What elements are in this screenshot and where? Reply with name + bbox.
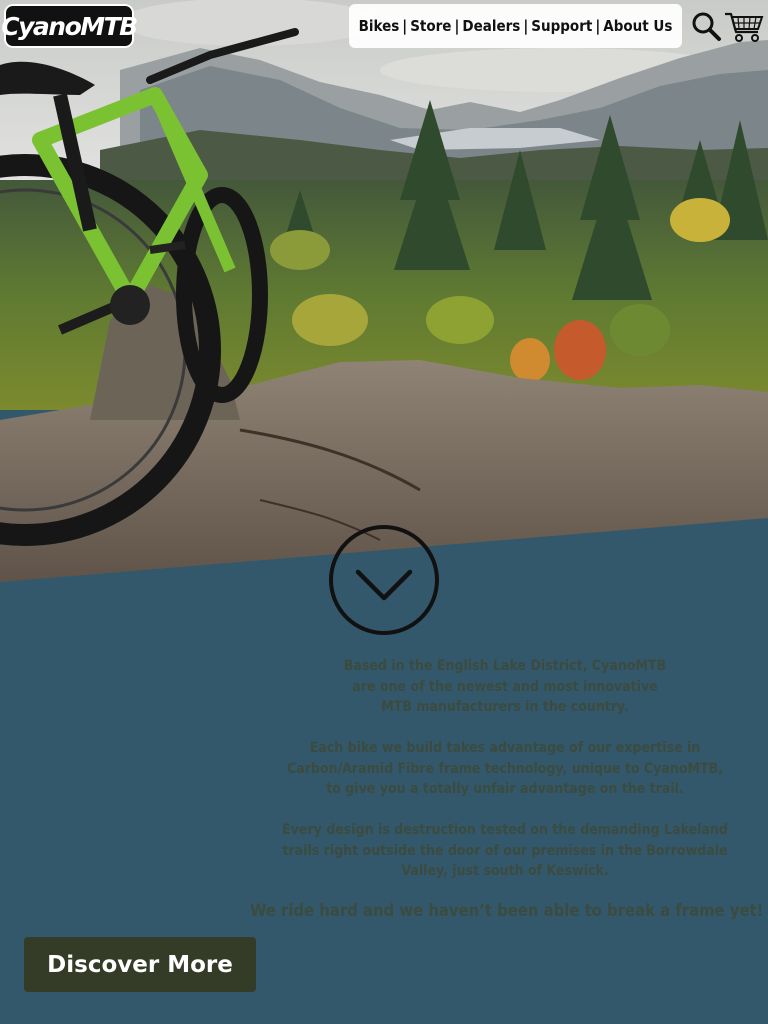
nav-item-support[interactable]: Support [531, 17, 592, 35]
brand-logo[interactable]: CyanoMTB [1, 4, 138, 48]
nav-item-bikes[interactable]: Bikes [359, 17, 400, 35]
nav-item-store[interactable]: Store [410, 17, 451, 35]
main-nav: Bikes | Store | Dealers | Support | Abou… [349, 4, 682, 48]
hero-scene [0, 0, 768, 600]
nav-item-dealers[interactable]: Dealers [462, 17, 520, 35]
intro-paragraph: Every design is destruction tested on th… [282, 822, 728, 879]
brand-logo-text: CyanoMTB [1, 11, 138, 41]
nav-item-about-us[interactable]: About Us [603, 17, 672, 35]
nav-separator: | [402, 17, 408, 35]
intro-tagline: We ride hard and we haven’t been able to… [250, 901, 764, 920]
nav-separator: | [595, 17, 601, 35]
nav-separator: | [454, 17, 460, 35]
search-icon[interactable] [690, 10, 722, 42]
chevron-down-icon [329, 525, 439, 635]
scroll-down-button[interactable] [328, 524, 440, 636]
hero-image [0, 0, 768, 600]
discover-more-button[interactable]: Discover More [24, 937, 256, 992]
intro-paragraph: Each bike we build takes advantage of ou… [286, 740, 723, 797]
cart-icon[interactable] [724, 8, 764, 44]
intro-paragraph: Based in the English Lake District, Cyan… [343, 658, 667, 715]
nav-separator: | [523, 17, 529, 35]
intro-copy: Based in the English Lake District, Cyan… [250, 656, 764, 922]
